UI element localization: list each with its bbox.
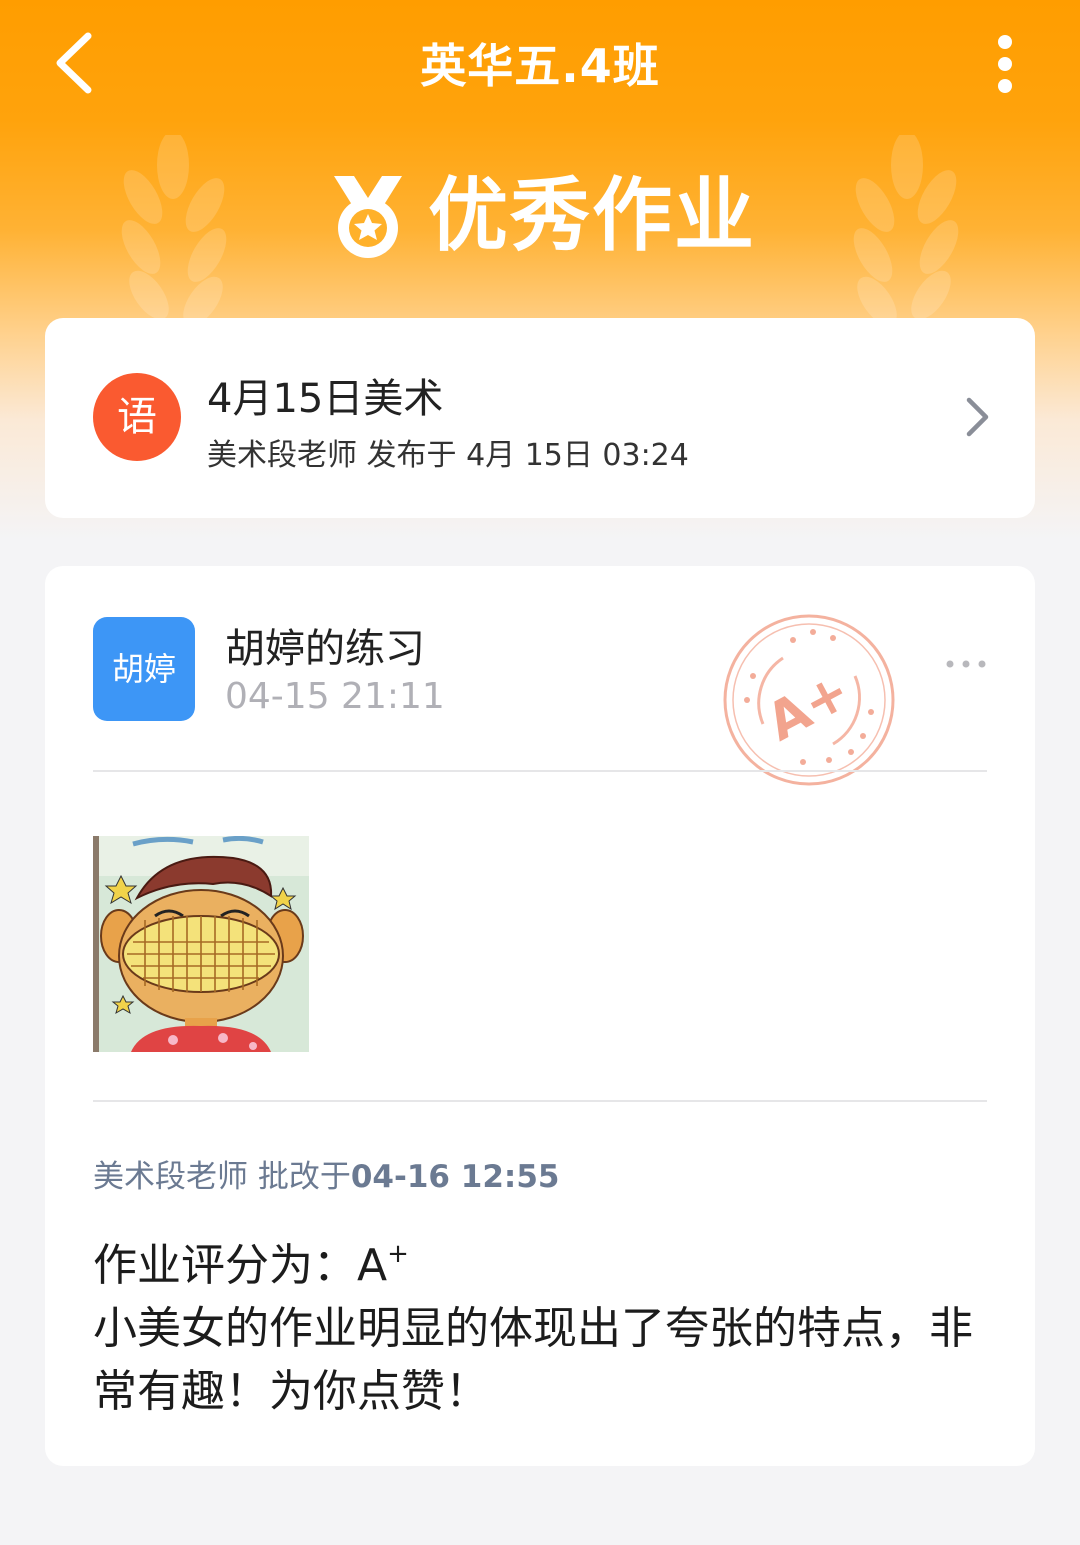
more-horizontal-icon[interactable] [945,656,987,672]
top-bar: 英华五.4班 [0,0,1080,130]
grade-stamp-icon: A+ [723,614,895,786]
assignment-title: 4月15日美术 [207,376,444,422]
chevron-right-icon[interactable] [963,396,991,438]
homework-image[interactable] [93,836,309,1052]
score-letter: A [357,1240,388,1291]
avatar[interactable]: 胡婷 [93,617,195,721]
grader-prefix: 美术段老师 批改于 [93,1159,351,1195]
page-title: 英华五.4班 [420,39,660,93]
banner-title: 优秀作业 [428,169,756,262]
grader-info: 美术段老师 批改于04-16 12:55 [93,1151,559,1196]
wheat-right-icon [853,135,959,325]
more-vertical-icon[interactable] [990,30,1020,100]
student-work-card: 胡婷 胡婷的练习 04-15 21:11 A+ 美术段老师 批改于04-16 1… [45,566,1035,1466]
assignment-meta: 美术段老师 发布于 4月 15日 03:24 [207,438,689,473]
assignment-card[interactable]: 语 4月15日美术 美术段老师 发布于 4月 15日 03:24 [45,318,1035,518]
divider [93,770,987,772]
excellent-work-banner: 优秀作业 [330,168,756,263]
teacher-comment: 作业评分为：A+ 小美女的作业明显的体现出了夸张的特点，非常有趣！为你点赞！ [93,1234,993,1423]
work-title: 胡婷的练习 [225,626,425,672]
comment-text: 小美女的作业明显的体现出了夸张的特点，非常有趣！为你点赞！ [93,1303,973,1417]
stamp-grade-text: A+ [757,661,859,753]
subject-badge: 语 [93,373,181,461]
submit-time: 04-15 21:11 [225,676,445,717]
wheat-left-icon [121,135,227,325]
divider [93,1100,987,1102]
score-plus: + [387,1239,409,1269]
medal-icon [334,175,402,258]
score-line: 作业评分为：A+ [93,1234,993,1297]
graded-time: 04-16 12:55 [350,1159,560,1195]
score-label: 作业评分为： [93,1240,357,1291]
